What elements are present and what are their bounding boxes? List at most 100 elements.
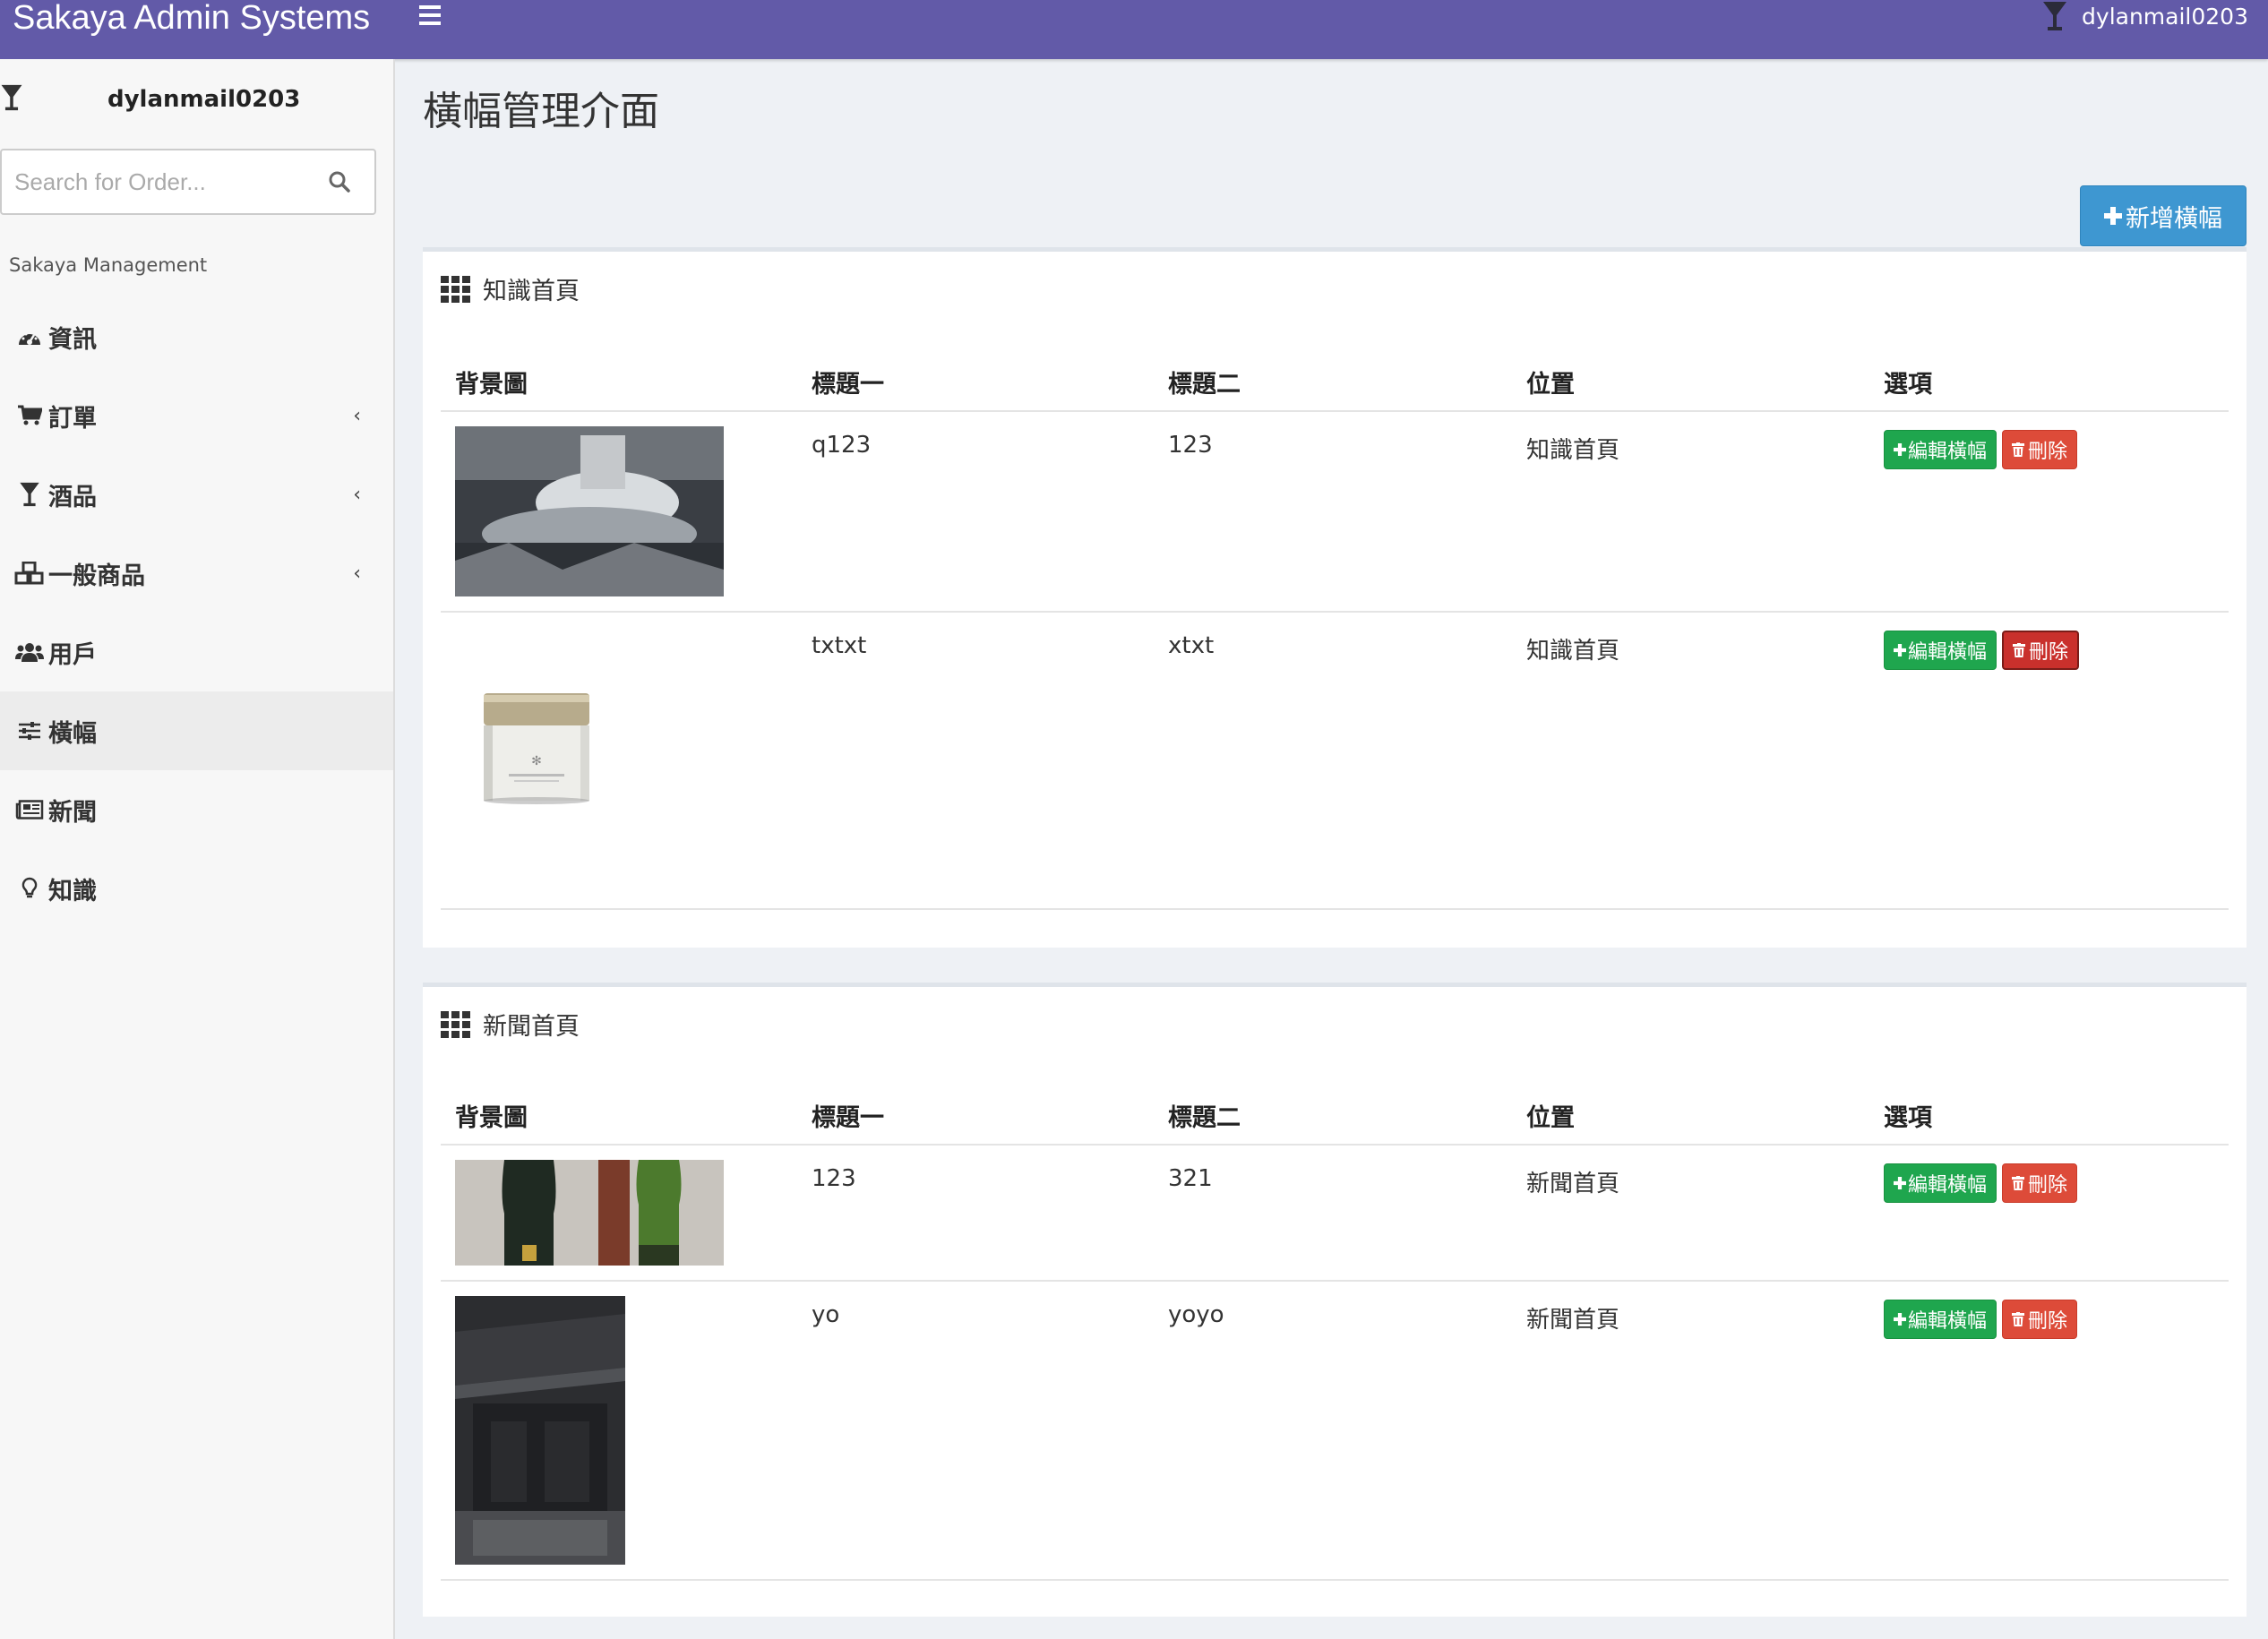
add-banner-button[interactable]: 新增橫幅 bbox=[2080, 185, 2247, 246]
newspaper-icon bbox=[15, 800, 44, 820]
sidebar-item-label: 一般商品 bbox=[48, 562, 145, 590]
table-row: yo yoyo 新聞首頁 編輯橫幅 刪除 bbox=[441, 1281, 2229, 1581]
chevron-left-icon: ‹ bbox=[353, 405, 361, 427]
glass-icon bbox=[2043, 2, 2067, 30]
trash-icon bbox=[2012, 442, 2025, 457]
plus-icon bbox=[1894, 443, 1906, 456]
th-icon bbox=[441, 1010, 470, 1038]
sidebar-item-label: 橫幅 bbox=[48, 719, 97, 748]
delete-banner-button[interactable]: 刪除 bbox=[2002, 1300, 2078, 1339]
column-header: 標題一 bbox=[797, 354, 1154, 412]
sidebar-item-users[interactable]: 用戶 bbox=[0, 613, 393, 691]
th-icon bbox=[441, 275, 470, 303]
column-header: 標題一 bbox=[797, 1087, 1154, 1146]
banner-table: 背景圖 標題一 標題二 位置 選項 bbox=[441, 354, 2229, 910]
panel-title: 知識首頁 bbox=[483, 278, 580, 305]
sidebar-item-banners[interactable]: 橫幅 bbox=[0, 691, 393, 770]
title2-cell: 321 bbox=[1154, 1145, 1512, 1282]
edit-banner-button[interactable]: 編輯橫幅 bbox=[1884, 631, 1997, 670]
top-navbar: Sakaya Admin Systems dylanmail0203 bbox=[0, 0, 2268, 59]
plus-icon bbox=[1894, 1177, 1906, 1189]
banner-image bbox=[455, 1296, 625, 1565]
sidebar-item-knowledge[interactable]: 知識 bbox=[0, 849, 393, 928]
menu-toggle-icon[interactable] bbox=[419, 0, 446, 32]
position-cell: 新聞首頁 bbox=[1512, 1145, 1869, 1282]
plus-icon bbox=[1894, 644, 1906, 656]
panel-title: 新聞首頁 bbox=[483, 1013, 580, 1041]
delete-banner-button[interactable]: 刪除 bbox=[2002, 430, 2078, 469]
cubes-icon bbox=[14, 562, 44, 585]
edit-banner-button[interactable]: 編輯橫幅 bbox=[1884, 1163, 1997, 1203]
sidebar-item-sake[interactable]: 酒品 ‹ bbox=[0, 455, 393, 534]
edit-banner-button[interactable]: 編輯橫幅 bbox=[1884, 1300, 1997, 1339]
sidebar: dylanmail0203 Sakaya Management 資訊 訂單 ‹ … bbox=[0, 59, 395, 1639]
column-header: 標題二 bbox=[1154, 354, 1512, 412]
column-header: 位置 bbox=[1512, 1087, 1869, 1146]
position-cell: 新聞首頁 bbox=[1512, 1281, 1869, 1581]
title1-cell: yo bbox=[797, 1281, 1154, 1581]
plus-icon bbox=[2104, 207, 2122, 225]
trash-icon bbox=[2013, 643, 2026, 657]
banner-table: 背景圖 標題一 標題二 位置 選項 bbox=[441, 1087, 2229, 1581]
panel-header: 知識首頁 bbox=[441, 271, 580, 306]
lightbulb-icon bbox=[21, 877, 38, 898]
dashboard-icon bbox=[19, 332, 40, 345]
search-icon[interactable] bbox=[328, 170, 351, 193]
position-cell: 知識首頁 bbox=[1512, 612, 1869, 910]
top-username: dylanmail0203 bbox=[2082, 3, 2248, 30]
column-header: 選項 bbox=[1869, 1087, 2229, 1146]
title2-cell: yoyo bbox=[1154, 1281, 1512, 1581]
title1-cell: 123 bbox=[797, 1145, 1154, 1282]
trash-icon bbox=[2012, 1312, 2025, 1326]
column-header: 位置 bbox=[1512, 354, 1869, 412]
svg-text:✻: ✻ bbox=[531, 754, 542, 768]
sidebar-item-orders[interactable]: 訂單 ‹ bbox=[0, 376, 393, 455]
app-brand[interactable]: Sakaya Admin Systems bbox=[13, 1, 370, 35]
top-user-menu[interactable]: dylanmail0203 bbox=[2042, 0, 2248, 32]
title2-cell: xtxt bbox=[1154, 612, 1512, 910]
sidebar-username: dylanmail0203 bbox=[107, 86, 301, 113]
sidebar-item-label: 資訊 bbox=[48, 325, 97, 354]
column-header: 背景圖 bbox=[441, 1087, 797, 1146]
title1-cell: txtxt bbox=[797, 612, 1154, 910]
banner-image-cell bbox=[441, 1281, 797, 1581]
sidebar-item-goods[interactable]: 一般商品 ‹ bbox=[0, 534, 393, 613]
options-cell: 編輯橫幅 刪除 bbox=[1869, 1145, 2229, 1282]
options-cell: 編輯橫幅 刪除 bbox=[1869, 1281, 2229, 1581]
column-header: 標題二 bbox=[1154, 1087, 1512, 1146]
delete-banner-button[interactable]: 刪除 bbox=[2002, 1163, 2078, 1203]
table-header-row: 背景圖 標題一 標題二 位置 選項 bbox=[441, 354, 2229, 412]
column-header: 選項 bbox=[1869, 354, 2229, 412]
users-icon bbox=[15, 643, 44, 662]
table-row: q123 123 知識首頁 編輯橫幅 刪除 bbox=[441, 411, 2229, 613]
banner-image-cell bbox=[441, 1145, 797, 1282]
title1-cell: q123 bbox=[797, 411, 1154, 613]
sidebar-item-label: 訂單 bbox=[48, 404, 97, 433]
search-input[interactable] bbox=[14, 165, 310, 199]
plus-icon bbox=[1894, 1313, 1906, 1326]
banner-panel-news: 新聞首頁 背景圖 標題一 標題二 位置 選項 123 321 新聞首頁 編輯橫幅… bbox=[423, 983, 2247, 1617]
column-header: 背景圖 bbox=[441, 354, 797, 412]
search-box bbox=[0, 149, 376, 215]
banner-panel-knowledge: 知識首頁 背景圖 標題一 標題二 位置 選項 q123 123 知識首頁 編輯橫… bbox=[423, 247, 2247, 948]
sidebar-item-info[interactable]: 資訊 bbox=[0, 297, 393, 376]
sliders-icon bbox=[19, 722, 40, 740]
banner-image: ✻ bbox=[455, 639, 724, 872]
banner-image bbox=[455, 426, 724, 596]
chevron-left-icon: ‹ bbox=[353, 562, 361, 585]
page-title: 橫幅管理介面 bbox=[423, 89, 659, 134]
chevron-left-icon: ‹ bbox=[353, 484, 361, 506]
table-row: 123 321 新聞首頁 編輯橫幅 刪除 bbox=[441, 1145, 2229, 1282]
sidebar-item-news[interactable]: 新聞 bbox=[0, 770, 393, 849]
sidebar-item-label: 用戶 bbox=[48, 640, 97, 669]
position-cell: 知識首頁 bbox=[1512, 411, 1869, 613]
sidebar-menu: 資訊 訂單 ‹ 酒品 ‹ 一般商品 ‹ 用戶 橫幅 新聞 知識 bbox=[0, 297, 393, 928]
sidebar-item-label: 知識 bbox=[48, 877, 97, 905]
sidebar-item-label: 酒品 bbox=[48, 483, 97, 511]
edit-banner-button[interactable]: 編輯橫幅 bbox=[1884, 430, 1997, 469]
table-header-row: 背景圖 標題一 標題二 位置 選項 bbox=[441, 1087, 2229, 1146]
delete-banner-button[interactable]: 刪除 bbox=[2002, 631, 2080, 670]
title2-cell: 123 bbox=[1154, 411, 1512, 613]
glass-icon bbox=[1, 84, 22, 111]
add-banner-label: 新增橫幅 bbox=[2126, 204, 2222, 233]
